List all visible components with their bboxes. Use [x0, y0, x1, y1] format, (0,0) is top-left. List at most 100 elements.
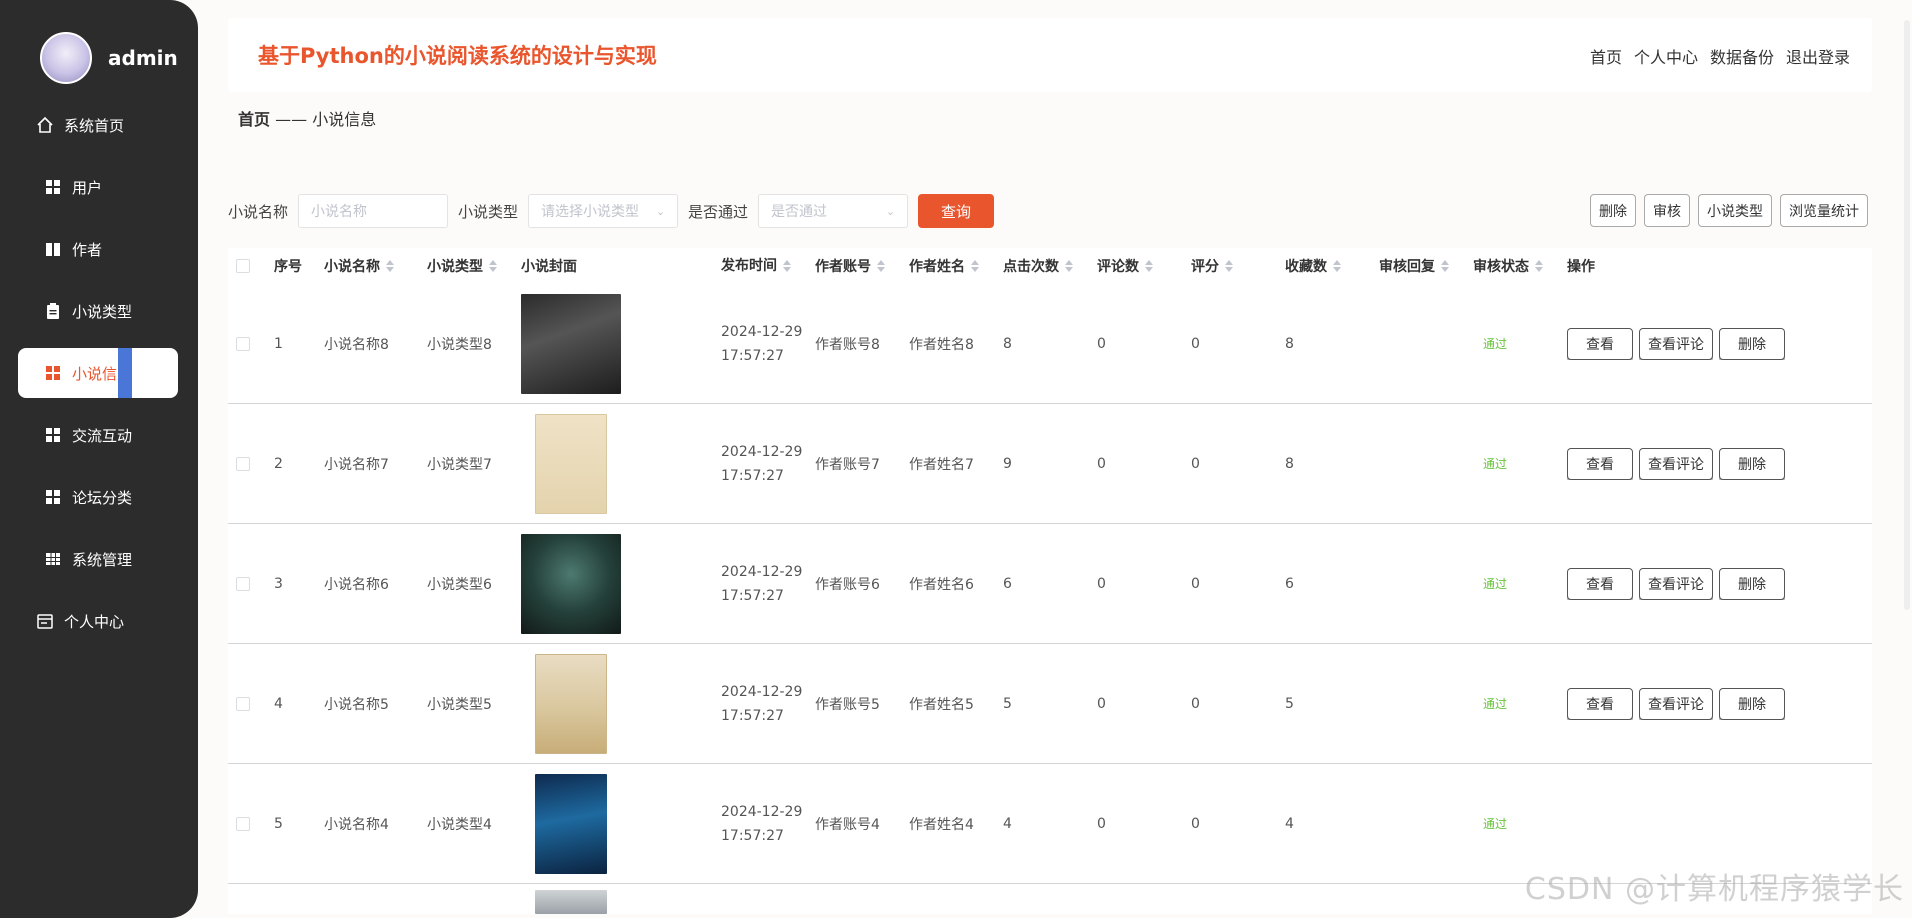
status-badge: 通过	[1483, 817, 1508, 831]
home-icon	[36, 116, 54, 134]
row-checkbox[interactable]	[236, 456, 250, 471]
grid-icon	[44, 364, 62, 382]
nav-logout[interactable]: 退出登录	[1786, 44, 1850, 68]
review-button[interactable]: 审核	[1644, 194, 1690, 227]
delete-button[interactable]: 删除	[1719, 567, 1785, 600]
novel-cover-image[interactable]	[535, 890, 607, 914]
sort-icon[interactable]	[877, 260, 885, 272]
row-select-cell	[228, 696, 274, 711]
novel-type-button[interactable]: 小说类型	[1698, 194, 1772, 227]
publish-time-cell: 2024-12-29 17:57:27	[721, 440, 815, 488]
sidebar-item-interaction[interactable]: 交流互动	[0, 410, 198, 460]
sort-icon[interactable]	[386, 260, 394, 272]
novel-type-cell: 小说类型5	[427, 696, 492, 713]
query-button[interactable]: 查询	[918, 194, 995, 228]
sort-icon[interactable]	[1065, 260, 1073, 272]
sidebar-item-authors[interactable]: 作者	[0, 224, 198, 274]
author-account-cell: 作者账号5	[815, 696, 880, 713]
scrollbar[interactable]	[1904, 20, 1910, 610]
sort-icon[interactable]	[1145, 260, 1153, 272]
delete-button[interactable]: 删除	[1719, 687, 1785, 720]
novel-type-cell: 小说类型7	[427, 456, 492, 473]
novel-cover-image[interactable]	[535, 413, 607, 514]
sidebar-item-system[interactable]: 系统管理	[0, 534, 198, 584]
row-checkbox[interactable]	[236, 576, 250, 591]
nav-profile[interactable]: 个人中心	[1634, 44, 1698, 68]
column-header[interactable]: 收藏数	[1285, 256, 1379, 276]
sort-icon[interactable]	[1333, 260, 1341, 272]
clicks-cell: 9	[1003, 455, 1012, 472]
row-checkbox[interactable]	[236, 696, 250, 711]
select-all-checkbox[interactable]	[236, 259, 250, 273]
view-comments-button[interactable]: 查看评论	[1639, 327, 1713, 360]
pass-filter-label: 是否通过	[688, 202, 749, 221]
username: admin	[108, 46, 178, 70]
sidebar-item-novel-info[interactable]: 小说信息	[18, 348, 178, 398]
novel-cover-image[interactable]	[521, 293, 621, 394]
cover-cell	[521, 533, 721, 634]
column-header[interactable]: 审核状态	[1473, 256, 1567, 276]
sort-icon[interactable]	[783, 260, 791, 272]
sidebar-item-novel-types[interactable]: 小说类型	[0, 286, 198, 336]
column-header[interactable]: 评分	[1191, 256, 1285, 276]
row-checkbox[interactable]	[236, 336, 250, 351]
review-state-cell: 通过	[1473, 455, 1567, 472]
column-header[interactable]: 序号	[274, 256, 324, 276]
view-comments-button[interactable]: 查看评论	[1639, 447, 1713, 480]
publish-time: 17:57:27	[721, 587, 784, 604]
view-comments-button[interactable]: 查看评论	[1639, 567, 1713, 600]
nav-home[interactable]: 首页	[1590, 44, 1622, 68]
view-stats-button[interactable]: 浏览量统计	[1780, 194, 1868, 227]
nav-backup[interactable]: 数据备份	[1710, 44, 1774, 68]
score-cell: 0	[1191, 335, 1200, 352]
view-button[interactable]: 查看	[1567, 567, 1633, 600]
view-comments-button[interactable]: 查看评论	[1639, 687, 1713, 720]
novel-name-cell: 小说名称4	[324, 816, 389, 833]
publish-date: 2024-12-29	[721, 563, 803, 580]
sidebar-item-users[interactable]: 用户	[0, 162, 198, 212]
search-filter-bar: 小说名称 小说名称 小说类型 请选择小说类型 ⌄ 是否通过 是否通过 ⌄ 查询	[228, 193, 995, 229]
novel-cover-image[interactable]	[521, 533, 621, 634]
breadcrumb-home[interactable]: 首页	[238, 110, 270, 129]
score-cell: 0	[1191, 575, 1200, 592]
novel-name-input[interactable]: 小说名称	[298, 194, 449, 228]
sidebar-item-forum-category[interactable]: 论坛分类	[0, 472, 198, 522]
sort-icon[interactable]	[489, 260, 497, 272]
novel-cover-image[interactable]	[535, 653, 607, 754]
column-header[interactable]: 点击次数	[1003, 256, 1097, 276]
pass-status-select[interactable]: 是否通过 ⌄	[758, 194, 909, 228]
sort-icon[interactable]	[1441, 260, 1449, 272]
clicks-cell: 4	[1003, 815, 1012, 832]
novel-type-select[interactable]: 请选择小说类型 ⌄	[528, 194, 679, 228]
avatar[interactable]	[40, 32, 92, 84]
table-row: 2 小说名称7 小说类型7 2024-12-29 17:57:27 作者账号7 作…	[228, 404, 1872, 524]
score-cell: 0	[1191, 815, 1200, 832]
view-button[interactable]: 查看	[1567, 447, 1633, 480]
sidebar-item-label: 系统管理	[72, 550, 133, 569]
delete-button[interactable]: 删除	[1719, 327, 1785, 360]
delete-button[interactable]: 删除	[1719, 447, 1785, 480]
view-button[interactable]: 查看	[1567, 687, 1633, 720]
sort-icon[interactable]	[1535, 260, 1543, 272]
column-header[interactable]: 小说类型	[427, 256, 521, 276]
sort-icon[interactable]	[1225, 260, 1233, 272]
column-header[interactable]: 作者姓名	[909, 256, 1003, 276]
column-header[interactable]: 作者账号	[815, 256, 909, 276]
watermark: CSDN @计算机程序猿学长	[1524, 872, 1904, 907]
site-title: 基于Python的小说阅读系统的设计与实现	[258, 44, 657, 68]
sort-icon[interactable]	[971, 260, 979, 272]
column-header-label: 评论数	[1097, 259, 1139, 275]
column-header[interactable]: 小说名称	[324, 256, 427, 276]
sidebar-item-profile[interactable]: 个人中心	[0, 596, 198, 646]
column-header[interactable]: 发布时间	[721, 254, 815, 278]
row-checkbox[interactable]	[236, 816, 250, 831]
view-button[interactable]: 查看	[1567, 327, 1633, 360]
column-header[interactable]: 评论数	[1097, 256, 1191, 276]
type-filter-label: 小说类型	[458, 202, 519, 221]
grid-icon	[44, 426, 62, 444]
novel-cover-image[interactable]	[535, 773, 607, 874]
bulk-delete-button[interactable]: 删除	[1590, 194, 1636, 227]
column-header[interactable]: 审核回复	[1379, 256, 1473, 276]
sidebar-item-home[interactable]: 系统首页	[0, 100, 198, 150]
comments-cell: 0	[1097, 695, 1106, 712]
